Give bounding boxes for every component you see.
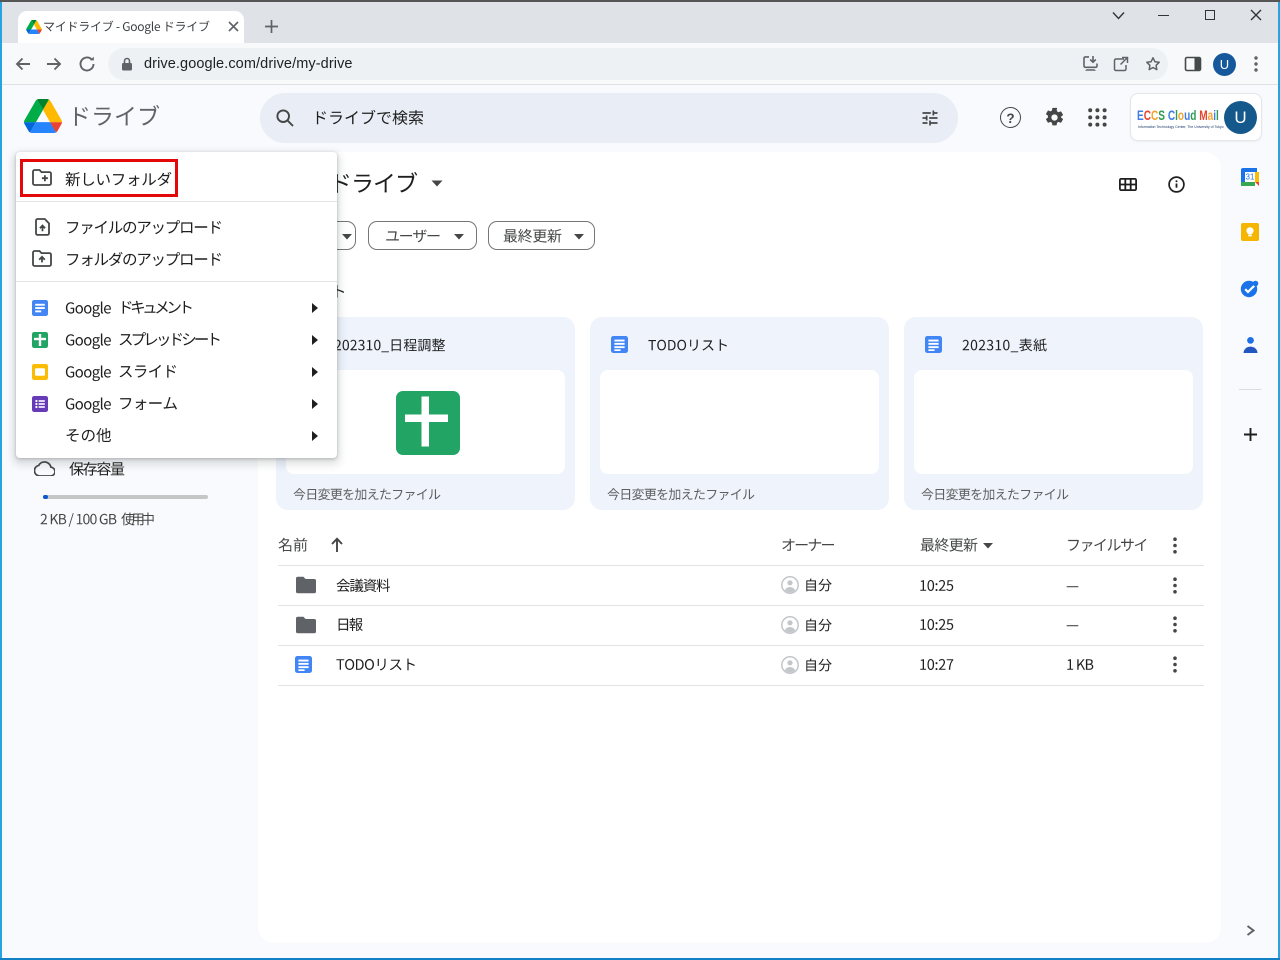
svg-text:31: 31 <box>1246 173 1255 182</box>
